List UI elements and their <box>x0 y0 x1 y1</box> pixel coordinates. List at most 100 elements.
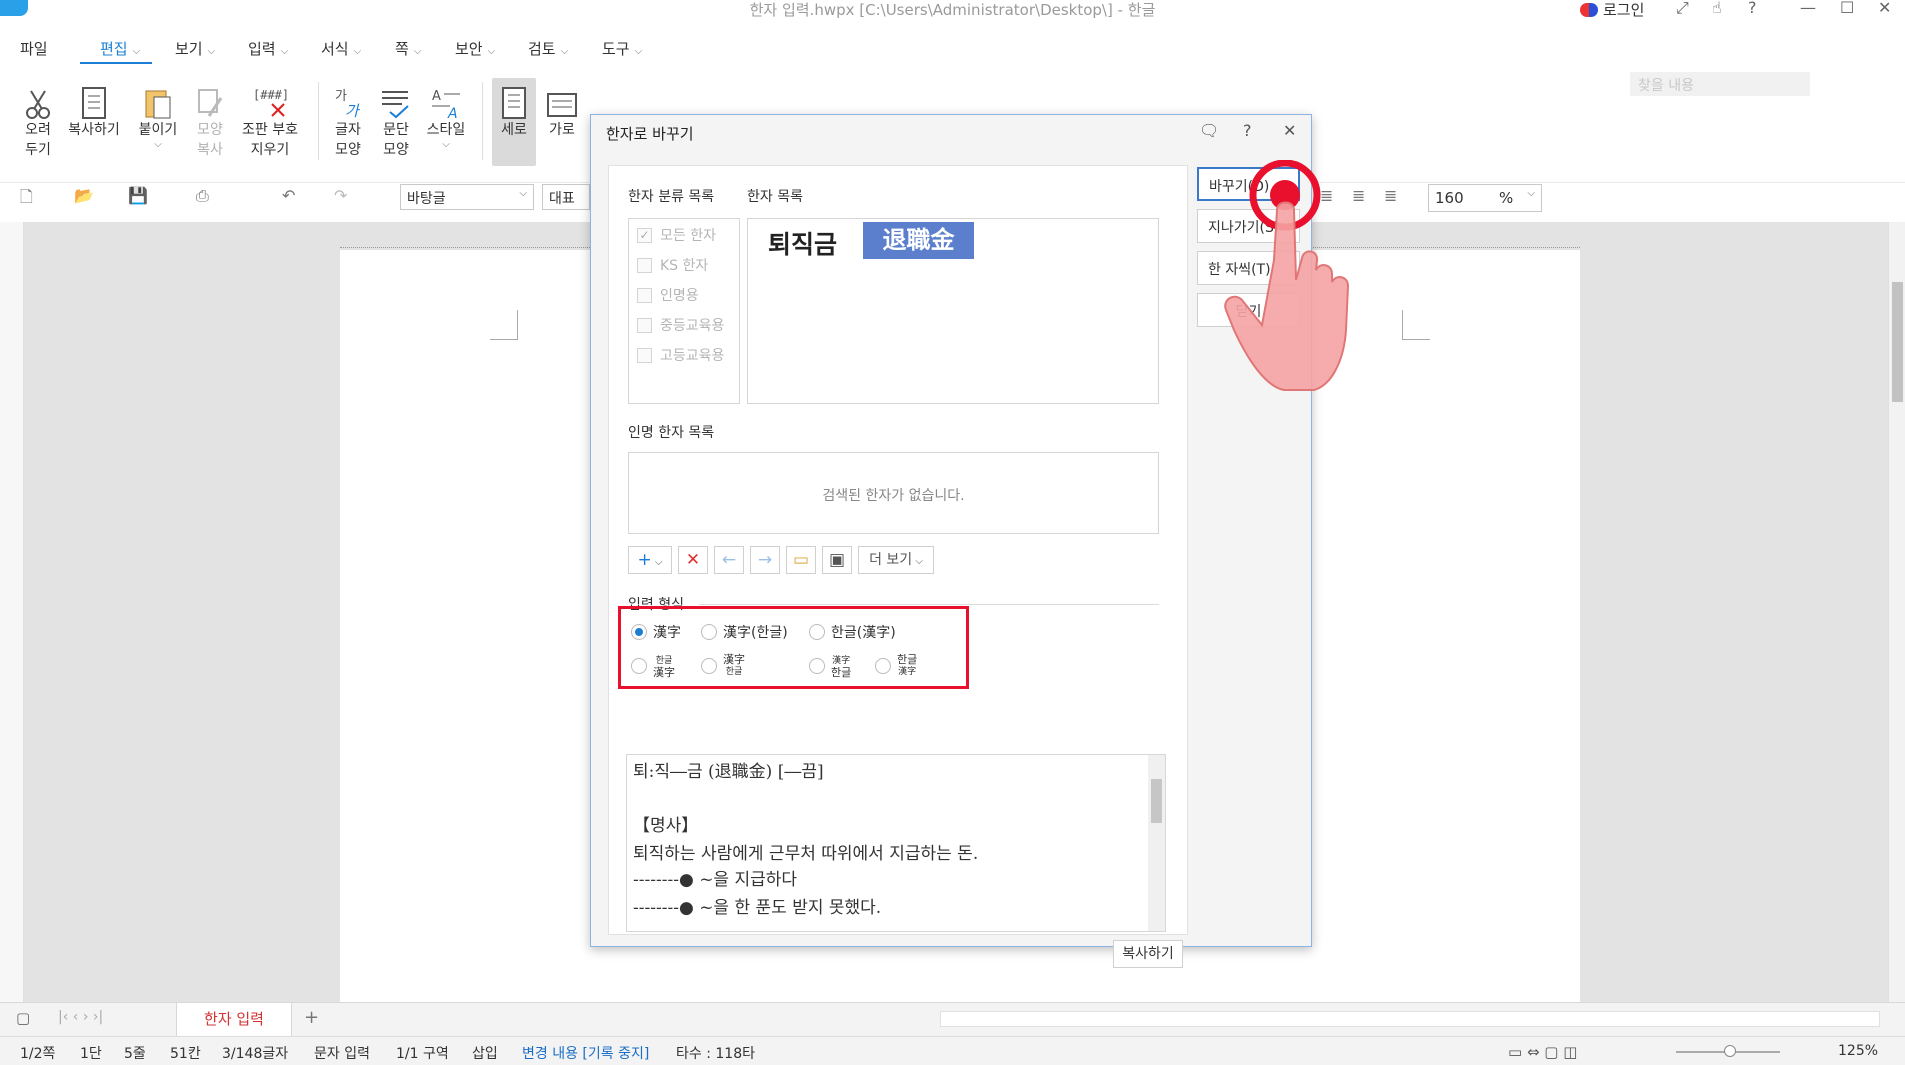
clear-codes-button[interactable]: [###] 조판 부호 지우기 <box>238 82 302 160</box>
align-distribute-icon[interactable]: ≣ <box>1352 186 1365 205</box>
menu-insert-label: 입력 <box>248 40 276 58</box>
horizontal-label: 가로 <box>549 122 575 138</box>
comment-icon[interactable]: 🗨 <box>1199 121 1219 140</box>
hanja-candidate-selected[interactable]: 退職金 <box>863 222 974 259</box>
menu-format-label: 서식 <box>321 40 349 58</box>
copy-button[interactable]: 복사하기 <box>64 82 124 140</box>
menu-review-label: 검토 <box>528 40 556 58</box>
skip-button[interactable]: 지나가기(S) <box>1197 209 1300 243</box>
minimize-icon[interactable]: — <box>1800 0 1816 17</box>
menu-view[interactable]: 보기 ⌵ <box>175 38 215 59</box>
redo-icon[interactable]: ↷ <box>334 186 347 205</box>
style-select[interactable]: 바탕글 ⌵ <box>400 184 534 210</box>
char-shape-button[interactable]: 가가 글자 모양 <box>328 82 368 160</box>
char-shape-label: 글자 모양 <box>335 122 361 158</box>
arrow-right-icon[interactable]: → <box>750 546 780 574</box>
name-hanja-label: 인명 한자 목록 <box>628 425 715 441</box>
print-icon[interactable]: ⎙ <box>196 186 209 206</box>
find-input[interactable]: 찾을 내용 <box>1630 72 1810 96</box>
meaning-scrollbar[interactable] <box>1148 755 1165 931</box>
format-painter-button[interactable]: 모양 복사 <box>192 82 228 160</box>
arrow-left-icon[interactable]: ← <box>714 546 744 574</box>
cut-button[interactable]: 오려 두기 <box>18 82 58 160</box>
status-page: 1/2쪽 <box>20 1046 56 1062</box>
align-divide-icon[interactable]: ≣ <box>1384 186 1397 205</box>
replace-button[interactable]: 바꾸기(D) <box>1197 167 1300 201</box>
first-tab-icon[interactable]: |‹ ‹ › ›| <box>58 1009 103 1025</box>
menu-file[interactable]: 파일 <box>20 38 48 59</box>
chevron-down-icon: ⌵ <box>413 46 422 57</box>
help-icon[interactable]: ? <box>1243 121 1252 140</box>
category-item-ks[interactable]: KS 한자 <box>637 255 708 275</box>
new-document-icon[interactable]: 🗋 <box>20 186 33 213</box>
open-folder-icon[interactable]: ▭ <box>786 546 816 574</box>
chevron-down-icon: ⌵ <box>154 139 162 150</box>
save-icon[interactable]: 💾 <box>128 186 148 205</box>
hanja-list-label: 한자 목록 <box>747 189 803 205</box>
add-tab-icon[interactable]: + <box>304 1007 319 1028</box>
checkbox-icon <box>637 287 652 303</box>
status-section: 1/1 구역 <box>396 1046 449 1062</box>
menu-security[interactable]: 보안 ⌵ <box>455 38 495 59</box>
horizontal-scrollbar[interactable] <box>940 1011 1880 1027</box>
clear-codes-icon: [###] <box>238 82 302 120</box>
view-mode-icons[interactable]: ▭ ⇔ ▢ ◫ <box>1508 1043 1577 1061</box>
menu-insert[interactable]: 입력 ⌵ <box>248 38 288 59</box>
login-button[interactable]: 로그인 <box>1580 0 1644 20</box>
status-insert[interactable]: 삽입 <box>472 1043 498 1063</box>
zoom-input[interactable]: 160% ⌵ <box>1428 184 1542 212</box>
vertical-scrollbar[interactable] <box>1888 222 1905 1002</box>
zoom-slider-handle[interactable] <box>1724 1045 1736 1057</box>
category-item-name[interactable]: 인명용 <box>637 285 699 305</box>
paste-button[interactable]: 붙이기 ⌵ <box>134 82 182 150</box>
status-mode: 문자 입력 <box>314 1046 370 1062</box>
expand-icon[interactable]: ⤢ <box>1676 0 1689 18</box>
close-button[interactable]: 닫기 <box>1197 293 1300 327</box>
category-label-all: 모든 한자 <box>660 228 716 244</box>
more-label: 더 보기 <box>869 552 913 568</box>
login-label: 로그인 <box>1603 1 1645 19</box>
status-track-changes[interactable]: 변경 내용 [기록 중지] <box>522 1043 649 1063</box>
para-shape-button[interactable]: 문단 모양 <box>376 82 416 160</box>
style-button[interactable]: AA 스타일 ⌵ <box>424 82 468 150</box>
save-icon[interactable]: ▣ <box>822 546 852 574</box>
tab-document[interactable]: 한자 입력 <box>176 1003 292 1037</box>
font-select[interactable]: 대표 <box>542 184 590 210</box>
category-item-all[interactable]: ✓ 모든 한자 <box>637 225 716 245</box>
chevron-down-icon: ⌵ <box>280 46 289 57</box>
undo-icon[interactable]: ↶ <box>282 186 295 205</box>
horizontal-layout-button[interactable]: 가로 <box>542 82 582 140</box>
menu-tools[interactable]: 도구 ⌵ <box>602 38 642 59</box>
add-button[interactable]: + ⌵ <box>628 546 672 574</box>
copy-meaning-button[interactable]: 복사하기 <box>1113 940 1183 968</box>
menu-format[interactable]: 서식 ⌵ <box>321 38 361 59</box>
menu-page[interactable]: 쪽 ⌵ <box>395 38 421 59</box>
help-icon[interactable]: ? <box>1748 0 1757 17</box>
delete-icon[interactable]: ✕ <box>678 546 708 574</box>
hanja-list: 퇴직금 退職金 <box>747 218 1159 404</box>
menu-review[interactable]: 검토 ⌵ <box>528 38 568 59</box>
touch-mode-icon[interactable]: ☝ <box>1712 0 1722 17</box>
chevron-down-icon: ⌵ <box>560 46 569 57</box>
horizontal-icon <box>542 82 582 120</box>
page-view-icon[interactable]: ▢ <box>16 1009 30 1027</box>
more-button[interactable]: 더 보기 ⌵ <box>858 546 934 574</box>
vertical-label: 세로 <box>501 122 527 138</box>
scroll-thumb[interactable] <box>1892 282 1903 402</box>
vertical-icon <box>492 82 536 120</box>
chevron-down-icon: ⌵ <box>353 46 362 57</box>
category-item-high[interactable]: 고등교육용 <box>637 345 724 365</box>
category-label-ks: KS 한자 <box>660 258 709 274</box>
one-char-button[interactable]: 한 자씩(T) <box>1197 251 1300 285</box>
maximize-icon[interactable]: ☐ <box>1840 0 1854 17</box>
clear-codes-label: 조판 부호 지우기 <box>242 122 298 158</box>
align-justify-icon[interactable]: ≣ <box>1320 186 1333 205</box>
menu-edit[interactable]: 편집 ⌵ <box>100 38 140 59</box>
close-window-icon[interactable]: ✕ <box>1878 0 1891 17</box>
open-folder-icon[interactable]: 📂 <box>74 186 94 205</box>
scroll-thumb[interactable] <box>1151 779 1162 823</box>
category-item-middle[interactable]: 중등교육용 <box>637 315 724 335</box>
vertical-layout-button[interactable]: 세로 <box>492 78 536 166</box>
close-icon[interactable]: ✕ <box>1283 121 1296 140</box>
meaning-line: 【명사】 <box>633 816 699 836</box>
